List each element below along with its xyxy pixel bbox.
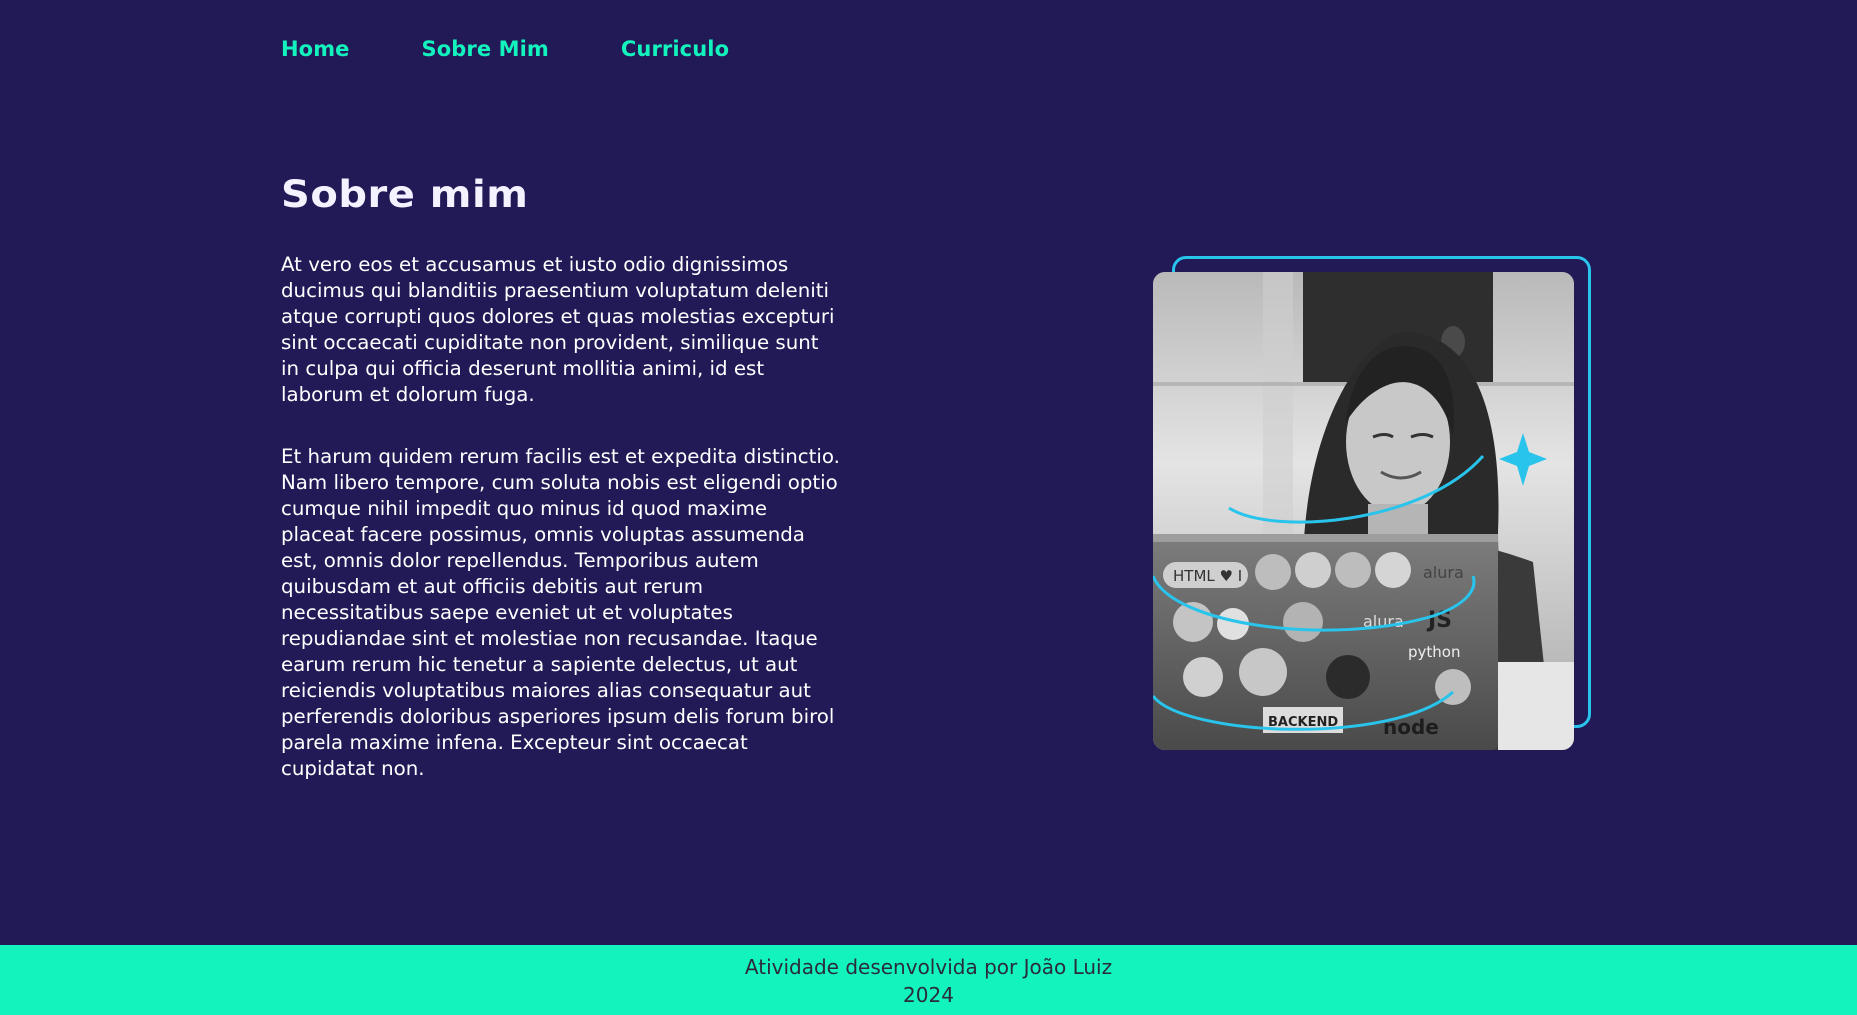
nav-link-sobre-mim[interactable]: Sobre Mim [422,36,549,62]
nav-link-home[interactable]: Home [281,36,350,62]
sticker-js: JS [1426,608,1452,633]
profile-photo: HTML ♥ I alura JS alura python BACKEND n… [1153,272,1574,750]
nav-link-curriculo[interactable]: Curriculo [621,36,729,62]
page-title: Sobre mim [281,173,529,216]
footer-year: 2024 [903,983,954,1007]
about-section: Sobre mim At vero eos et accusamus et iu… [281,170,841,818]
sticker-backend: BACKEND [1268,715,1338,730]
footer-credit: Atividade desenvolvida por João Luiz [744,955,1113,979]
about-paragraph-1: At vero eos et accusamus et iusto odio d… [281,253,835,406]
footer: Atividade desenvolvida por João Luiz 202… [0,945,1857,1015]
profile-photo-woman-laptop-icon: HTML ♥ I alura JS alura python BACKEND n… [1153,272,1574,750]
top-nav: Home Sobre Mim Curriculo [281,36,729,62]
sticker-python: python [1408,643,1460,661]
sticker-node: node [1383,715,1439,739]
profile-photo-container: HTML ♥ I alura JS alura python BACKEND n… [1153,256,1591,751]
about-paragraph-2: Et harum quidem rerum facilis est et exp… [281,445,840,780]
sticker-alura-2: alura [1363,612,1404,631]
sticker-alura-1: alura [1423,563,1464,582]
sticker-html: HTML ♥ I [1173,567,1242,585]
